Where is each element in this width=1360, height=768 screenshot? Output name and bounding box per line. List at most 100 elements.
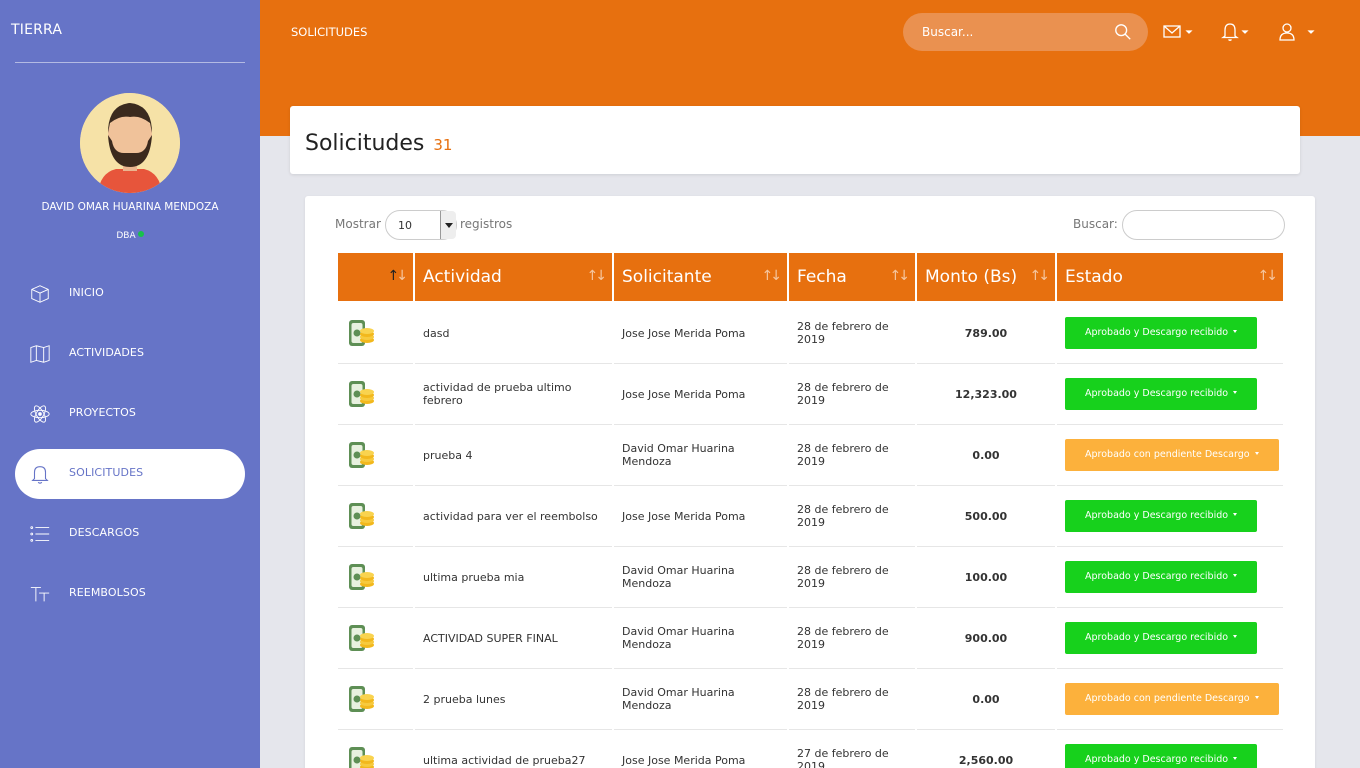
row-icon-cell xyxy=(338,364,413,425)
monto-cell: 0.00 xyxy=(917,425,1055,486)
row-icon-cell xyxy=(338,608,413,669)
navbar-search[interactable]: Buscar... xyxy=(903,13,1148,51)
user-role: DBA xyxy=(0,231,260,241)
caret-down-icon xyxy=(1233,330,1238,333)
status-label: Aprobado y Descargo recibido xyxy=(1085,571,1229,582)
actividad-cell: actividad de prueba ultimo febrero xyxy=(415,364,612,425)
user-name: DAVID OMAR HUARINA MENDOZA xyxy=(41,201,219,213)
status-dropdown-button[interactable]: Aprobado y Descargo recibido xyxy=(1065,317,1258,349)
column-header-fecha[interactable]: Fecha ↑↓ xyxy=(789,253,915,303)
status-dropdown-button[interactable]: Aprobado y Descargo recibido xyxy=(1065,744,1258,768)
actividad-cell: ultima prueba mia xyxy=(415,547,612,608)
sidebar-item-label: PROYECTOS xyxy=(69,406,136,419)
monto-cell: 500.00 xyxy=(917,486,1055,547)
sort-asc-icon[interactable]: ↑↓ xyxy=(388,268,409,284)
actividad-cell: actividad para ver el reembolso xyxy=(415,486,612,547)
cube-icon xyxy=(31,285,49,303)
actividad-cell: ACTIVIDAD SUPER FINAL xyxy=(415,608,612,669)
user-dropdown[interactable] xyxy=(1279,22,1315,42)
sidebar-item-solicitudes[interactable]: SOLICITUDES xyxy=(15,449,245,499)
money-icon xyxy=(349,564,374,590)
status-label: Aprobado con pendiente Descargo xyxy=(1085,693,1250,704)
notifications-dropdown[interactable] xyxy=(1221,22,1251,42)
search-icon[interactable] xyxy=(1114,23,1132,41)
money-icon xyxy=(349,503,374,529)
navbar-title: SOLICITUDES xyxy=(291,25,368,39)
search-placeholder[interactable]: Buscar... xyxy=(922,25,973,39)
page-length-select[interactable]: 10 xyxy=(385,210,457,240)
monto-cell: 900.00 xyxy=(917,608,1055,669)
sort-icon[interactable]: ↑↓ xyxy=(762,268,783,284)
row-icon-cell xyxy=(338,486,413,547)
table-row[interactable]: prueba 4 David Omar Huarina Mendoza 28 de … xyxy=(338,425,1283,486)
messages-dropdown[interactable] xyxy=(1163,22,1193,42)
estado-cell: Aprobado y Descargo recibido xyxy=(1057,608,1283,669)
caret-down-icon xyxy=(1233,757,1238,760)
table-row[interactable]: dasd Jose Jose Merida Poma 28 de febrero d… xyxy=(338,303,1283,364)
sidebar-item-proyectos[interactable]: PROYECTOS xyxy=(15,389,245,439)
table-row[interactable]: 2 prueba lunes David Omar Huarina Mendoza… xyxy=(338,669,1283,730)
sort-icon[interactable]: ↑↓ xyxy=(890,268,911,284)
brand-title[interactable]: TIERRA xyxy=(11,22,62,38)
fecha-cell: 28 de febrero de 2019 xyxy=(789,669,915,730)
page-length-value: 10 xyxy=(398,219,412,232)
status-label: Aprobado con pendiente Descargo xyxy=(1085,449,1250,460)
money-icon xyxy=(349,625,374,651)
table-row[interactable]: ultima actividad de prueba27 Jose Jose Me… xyxy=(338,730,1283,768)
status-dropdown-button[interactable]: Aprobado y Descargo recibido xyxy=(1065,622,1258,654)
table-row[interactable]: actividad de prueba ultimo febrero Jose J… xyxy=(338,364,1283,425)
length-label: Mostrar xyxy=(335,217,381,231)
table-row[interactable]: actividad para ver el reembolso Jose Jose… xyxy=(338,486,1283,547)
sidebar-item-label: REEMBOLSOS xyxy=(69,586,146,599)
estado-cell: Aprobado y Descargo recibido xyxy=(1057,486,1283,547)
status-label: Aprobado y Descargo recibido xyxy=(1085,754,1229,765)
sidebar-item-reembolsos[interactable]: REEMBOLSOS xyxy=(15,569,245,619)
user-icon xyxy=(1279,23,1315,41)
solicitante-cell: David Omar Huarina Mendoza xyxy=(614,425,787,486)
sort-icon[interactable]: ↑↓ xyxy=(1258,268,1279,284)
divider xyxy=(15,62,245,63)
sidebar-item-inicio[interactable]: INICIO xyxy=(15,269,245,319)
column-header-icon[interactable]: ↑↓ xyxy=(338,253,413,303)
row-icon-cell xyxy=(338,730,413,768)
table-body: dasd Jose Jose Merida Poma 28 de febrero d… xyxy=(338,303,1283,768)
solicitante-cell: Jose Jose Merida Poma xyxy=(614,730,787,768)
sidebar-item-actividades[interactable]: ACTIVIDADES xyxy=(15,329,245,379)
requests-table: ↑↓ Actividad ↑↓ Solicitante ↑↓ Fecha ↑↓ Mon… xyxy=(336,253,1285,768)
actividad-cell: 2 prueba lunes xyxy=(415,669,612,730)
table-search-input[interactable] xyxy=(1122,210,1285,240)
table-row[interactable]: ACTIVIDAD SUPER FINAL David Omar Huarina … xyxy=(338,608,1283,669)
column-header-monto[interactable]: Monto (Bs) ↑↓ xyxy=(917,253,1055,303)
bell-icon xyxy=(1221,23,1249,41)
column-header-estado[interactable]: Estado ↑↓ xyxy=(1057,253,1283,303)
map-icon xyxy=(30,345,50,363)
status-label: Aprobado y Descargo recibido xyxy=(1085,388,1229,399)
fecha-cell: 28 de febrero de 2019 xyxy=(789,364,915,425)
caret-down-icon xyxy=(1233,391,1238,394)
sidebar-item-descargos[interactable]: DESCARGOS xyxy=(15,509,245,559)
chevron-down-icon[interactable] xyxy=(440,211,456,239)
sidebar-item-label: INICIO xyxy=(69,286,104,299)
estado-cell: Aprobado con pendiente Descargo xyxy=(1057,669,1283,730)
fecha-cell: 28 de febrero de 2019 xyxy=(789,486,915,547)
status-dropdown-button[interactable]: Aprobado con pendiente Descargo xyxy=(1065,683,1279,715)
sort-icon[interactable]: ↑↓ xyxy=(1030,268,1051,284)
money-icon xyxy=(349,320,374,346)
solicitante-cell: Jose Jose Merida Poma xyxy=(614,303,787,364)
column-header-solicitante[interactable]: Solicitante ↑↓ xyxy=(614,253,787,303)
status-dropdown-button[interactable]: Aprobado con pendiente Descargo xyxy=(1065,439,1279,471)
page-header-card: Solicitudes 31 xyxy=(290,106,1300,174)
status-dropdown-button[interactable]: Aprobado y Descargo recibido xyxy=(1065,378,1258,410)
table-row[interactable]: ultima prueba mia David Omar Huarina Mend… xyxy=(338,547,1283,608)
estado-cell: Aprobado y Descargo recibido xyxy=(1057,364,1283,425)
mail-icon xyxy=(1163,25,1193,38)
row-icon-cell xyxy=(338,303,413,364)
status-dropdown-button[interactable]: Aprobado y Descargo recibido xyxy=(1065,500,1258,532)
status-label: Aprobado y Descargo recibido xyxy=(1085,327,1229,338)
sort-icon[interactable]: ↑↓ xyxy=(587,268,608,284)
status-dropdown-button[interactable]: Aprobado y Descargo recibido xyxy=(1065,561,1258,593)
sidebar-item-label: ACTIVIDADES xyxy=(69,346,145,359)
column-header-actividad[interactable]: Actividad ↑↓ xyxy=(415,253,612,303)
page-title-text: Solicitudes xyxy=(305,131,425,156)
estado-cell: Aprobado y Descargo recibido xyxy=(1057,303,1283,364)
